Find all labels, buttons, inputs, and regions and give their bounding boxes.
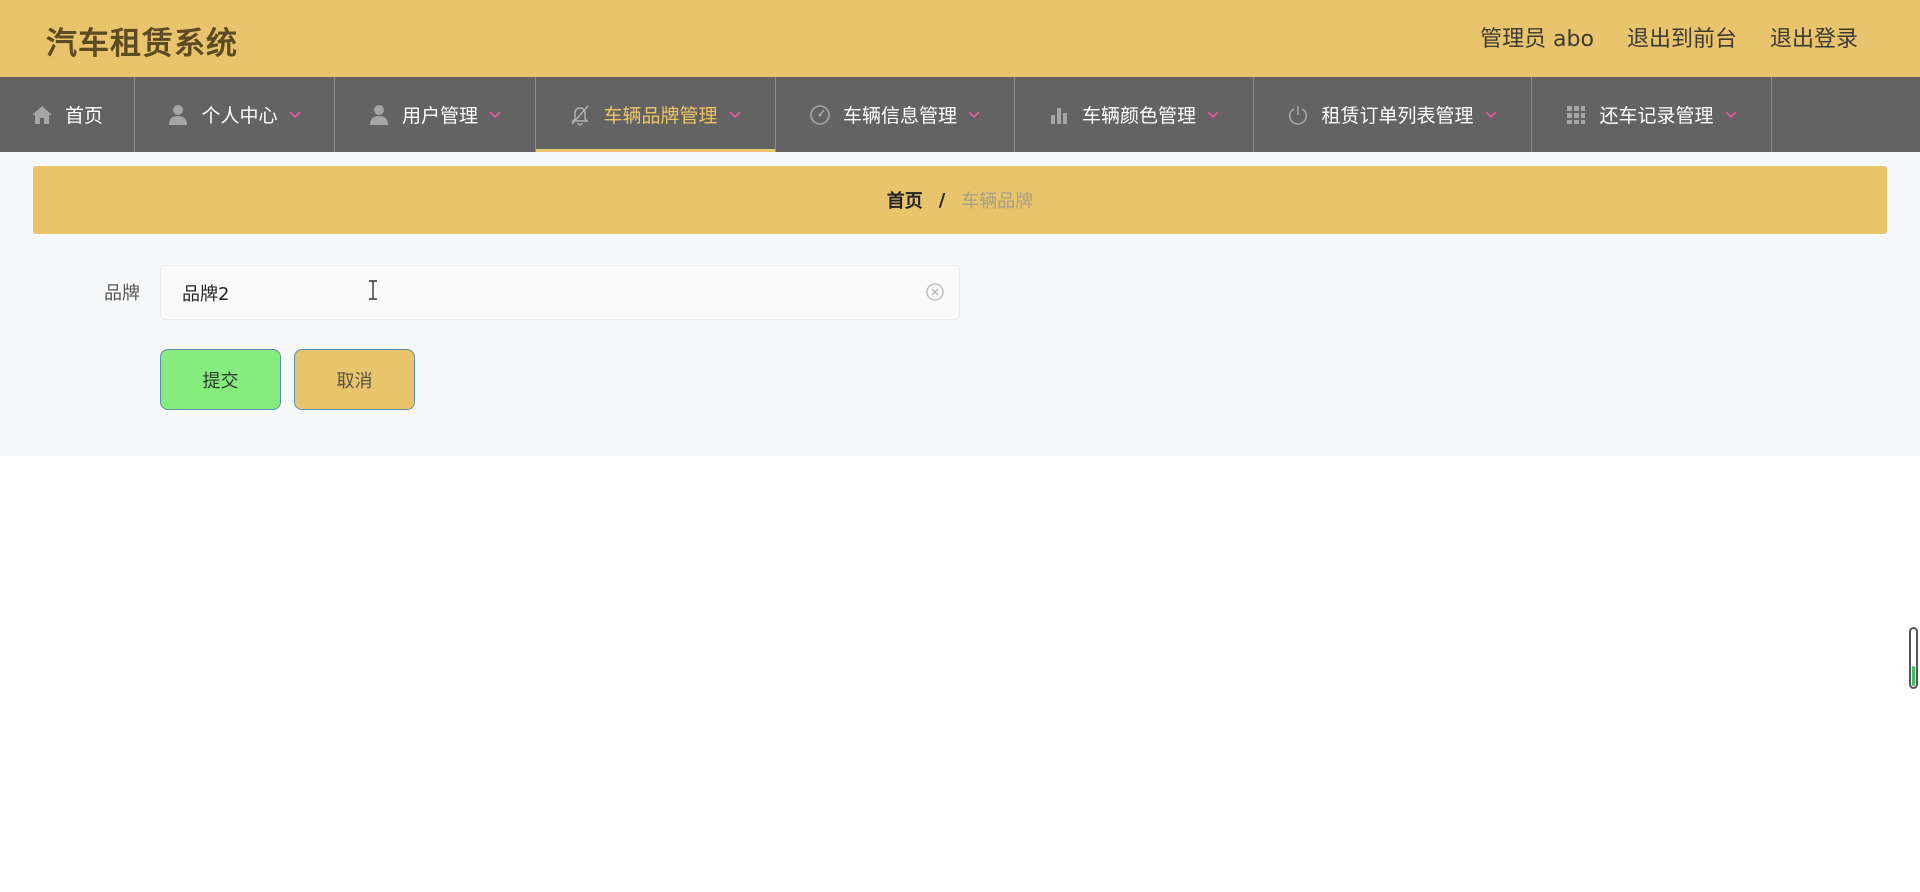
logout-link[interactable]: 退出登录	[1770, 21, 1858, 53]
gauge-icon	[809, 104, 831, 126]
clear-input-icon[interactable]	[925, 282, 945, 302]
main-nav: 首页 个人中心 用户管理 车辆品牌管理 车辆信息管理 车辆颜色管理 租赁订单列表…	[0, 77, 1920, 152]
power-icon	[1287, 104, 1309, 126]
scroll-thumb[interactable]	[1912, 666, 1915, 686]
nav-item-label: 租赁订单列表管理	[1321, 105, 1474, 127]
brand-input[interactable]	[161, 266, 921, 319]
header: 汽车租赁系统 管理员 abo 退出到前台 退出登录	[0, 0, 1920, 77]
nav-item-rental-order-management[interactable]: 租赁订单列表管理	[1254, 77, 1532, 152]
chevron-down-icon	[728, 108, 742, 122]
breadcrumb: 首页 / 车辆品牌	[33, 166, 1887, 234]
nav-item-vehicle-info-management[interactable]: 车辆信息管理	[776, 77, 1015, 152]
bell-off-icon	[569, 104, 591, 126]
exit-to-front-link[interactable]: 退出到前台	[1627, 21, 1737, 53]
text-cursor-icon	[366, 279, 380, 301]
admin-user-link[interactable]: 管理员 abo	[1480, 21, 1594, 53]
home-icon	[31, 104, 53, 126]
chevron-down-icon	[1724, 108, 1738, 122]
breadcrumb-separator: /	[938, 189, 946, 211]
chevron-down-icon	[488, 108, 502, 122]
user-icon	[167, 104, 189, 126]
nav-item-label: 首页	[64, 105, 103, 127]
app-title: 汽车租赁系统	[46, 26, 238, 62]
header-links: 管理员 abo 退出到前台 退出登录	[1480, 21, 1858, 53]
bar-chart-icon	[1048, 104, 1070, 126]
nav-item-label: 还车记录管理	[1599, 105, 1714, 127]
nav-item-label: 用户管理	[401, 105, 478, 127]
user-icon	[368, 104, 390, 126]
breadcrumb-home[interactable]: 首页	[887, 187, 923, 213]
nav-item-label: 车辆信息管理	[842, 105, 957, 127]
chevron-down-icon	[1484, 108, 1498, 122]
nav-item-home[interactable]: 首页	[0, 77, 135, 152]
breadcrumb-current: 车辆品牌	[961, 191, 1034, 212]
submit-button[interactable]: 提交	[160, 349, 281, 410]
grid-icon	[1565, 104, 1587, 126]
nav-item-label: 车辆品牌管理	[603, 105, 718, 127]
nav-item-vehicle-brand-management[interactable]: 车辆品牌管理	[536, 77, 776, 152]
nav-item-vehicle-color-management[interactable]: 车辆颜色管理	[1015, 77, 1254, 152]
chevron-down-icon	[1206, 108, 1220, 122]
scroll-indicator[interactable]	[1909, 627, 1918, 689]
chevron-down-icon	[967, 108, 981, 122]
nav-item-user-management[interactable]: 用户管理	[335, 77, 536, 152]
content-area: 首页 / 车辆品牌 品牌 提交 取消	[0, 152, 1920, 456]
brand-label: 品牌	[104, 283, 140, 304]
cancel-button[interactable]: 取消	[294, 349, 415, 410]
nav-item-personal-center[interactable]: 个人中心	[135, 77, 335, 152]
nav-item-label: 个人中心	[201, 105, 278, 127]
nav-item-return-record-management[interactable]: 还车记录管理	[1532, 77, 1772, 152]
brand-input-wrapper	[160, 265, 960, 320]
chevron-down-icon	[288, 108, 302, 122]
nav-item-label: 车辆颜色管理	[1081, 105, 1196, 127]
